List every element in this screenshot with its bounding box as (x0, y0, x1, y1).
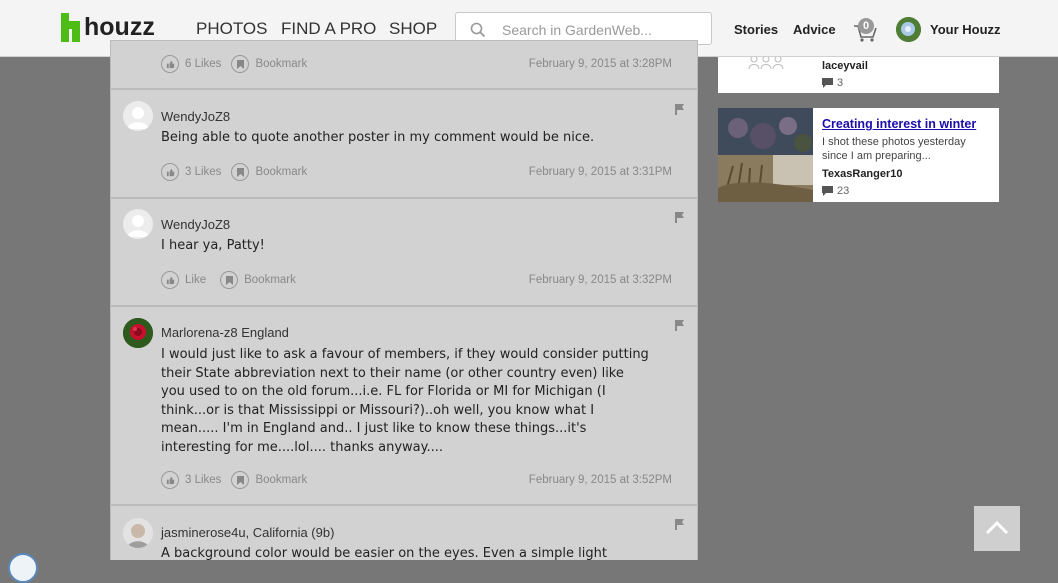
comment-date: February 9, 2015 at 3:31PM (528, 166, 672, 178)
advice-link[interactable]: Advice (793, 22, 836, 37)
bookmark-link[interactable]: Bookmark (255, 58, 307, 70)
cart-count-badge: 0 (858, 18, 874, 34)
comment-bubble-icon (822, 78, 833, 88)
thumbs-up-icon[interactable] (161, 55, 179, 73)
comment-actions: 3 Likes Bookmark (161, 471, 307, 489)
comment-card: WendyJoZ8 Being able to quote another po… (110, 89, 698, 198)
stories-link[interactable]: Stories (734, 22, 778, 37)
commenter-avatar[interactable] (123, 318, 153, 348)
comment-bubble-icon (822, 186, 833, 196)
comment-author[interactable]: Marlorena-z8 England (161, 325, 289, 340)
discussion-thumbnail (718, 108, 813, 202)
comment-date: February 9, 2015 at 3:28PM (528, 58, 672, 70)
commenter-avatar[interactable] (123, 209, 153, 239)
nav-shop[interactable]: SHOP (389, 19, 437, 39)
commenter-avatar[interactable] (123, 518, 153, 548)
comment-body: Being able to quote another poster in my… (161, 130, 595, 145)
comment-author[interactable]: jasminerose4u, California (9b) (161, 525, 334, 540)
sidebar-discussion-item[interactable]: Creating interest in winter I shot these… (718, 108, 999, 202)
commenter-avatar[interactable] (123, 101, 153, 131)
chat-icon[interactable] (8, 553, 38, 583)
comment-author[interactable]: WendyJoZ8 (161, 109, 230, 124)
search-input[interactable] (500, 20, 704, 40)
bookmark-link[interactable]: Bookmark (244, 274, 296, 286)
logo-text: houzz (84, 12, 155, 41)
thumbs-up-icon[interactable] (161, 471, 179, 489)
photo-avatar-image (123, 518, 153, 548)
bookmark-link[interactable]: Bookmark (255, 166, 307, 178)
nav-photos[interactable]: PHOTOS (196, 19, 267, 39)
comment-body: A background color would be easier on th… (161, 546, 607, 561)
likes-count[interactable]: 3 Likes (185, 474, 221, 486)
user-avatar-image (896, 17, 921, 42)
discussion-author[interactable]: laceyvail (822, 60, 868, 72)
houzz-logo-icon (61, 12, 80, 42)
flag-icon[interactable] (675, 210, 685, 223)
comment-author[interactable]: WendyJoZ8 (161, 217, 230, 232)
bookmark-link[interactable]: Bookmark (255, 474, 307, 486)
rose-avatar-image (123, 318, 153, 348)
people-icon (748, 55, 784, 70)
back-to-top-button[interactable] (974, 506, 1020, 551)
like-button[interactable]: Like (185, 274, 206, 286)
likes-count[interactable]: 6 Likes (185, 58, 221, 70)
user-avatar[interactable] (896, 17, 921, 42)
likes-count[interactable]: 3 Likes (185, 166, 221, 178)
comment-count: 3 (822, 77, 843, 89)
thumbs-up-icon[interactable] (161, 163, 179, 181)
nav-find-a-pro[interactable]: FIND A PRO (281, 19, 376, 39)
comment-actions: 6 Likes Bookmark (161, 55, 307, 73)
bookmark-icon[interactable] (220, 271, 239, 289)
flag-icon[interactable] (675, 517, 685, 530)
comment-body: I hear ya, Patty! (161, 238, 265, 253)
search-icon (470, 22, 486, 38)
sidebar-discussion-item[interactable]: laceyvail 3 (718, 55, 999, 93)
comment-card: Marlorena-z8 England I would just like t… (110, 306, 698, 505)
comment-card: jasminerose4u, California (9b) A backgro… (110, 505, 698, 561)
comment-date: February 9, 2015 at 3:32PM (528, 274, 672, 286)
discussion-excerpt: I shot these photos yesterday since I am… (822, 136, 966, 162)
flag-icon[interactable] (675, 102, 685, 115)
comment-actions: Like Bookmark (161, 271, 296, 289)
bookmark-icon[interactable] (231, 163, 250, 181)
comment-card: WendyJoZ8 I hear ya, Patty! Like Bookmar… (110, 198, 698, 306)
houzz-logo[interactable]: houzz (61, 12, 155, 42)
winter-garden-photo (718, 108, 813, 202)
thumbs-up-icon[interactable] (161, 271, 179, 289)
default-avatar-icon (127, 215, 149, 237)
comment-body: I would just like to ask a favour of mem… (161, 347, 649, 455)
flag-icon[interactable] (675, 318, 685, 331)
comment-card: 6 Likes Bookmark February 9, 2015 at 3:2… (110, 40, 698, 89)
bookmark-icon[interactable] (231, 55, 250, 73)
discussion-author[interactable]: TexasRanger10 (822, 168, 903, 180)
comment-actions: 3 Likes Bookmark (161, 163, 307, 181)
your-houzz-link[interactable]: Your Houzz (930, 22, 1001, 37)
comment-count: 23 (822, 185, 849, 197)
discussion-title-link[interactable]: Creating interest in winter (822, 117, 976, 131)
discussion-placeholder-image (718, 55, 813, 93)
default-avatar-icon (127, 107, 149, 129)
bookmark-icon[interactable] (231, 471, 250, 489)
chevron-up-icon (985, 520, 1009, 535)
comment-date: February 9, 2015 at 3:52PM (528, 474, 672, 486)
